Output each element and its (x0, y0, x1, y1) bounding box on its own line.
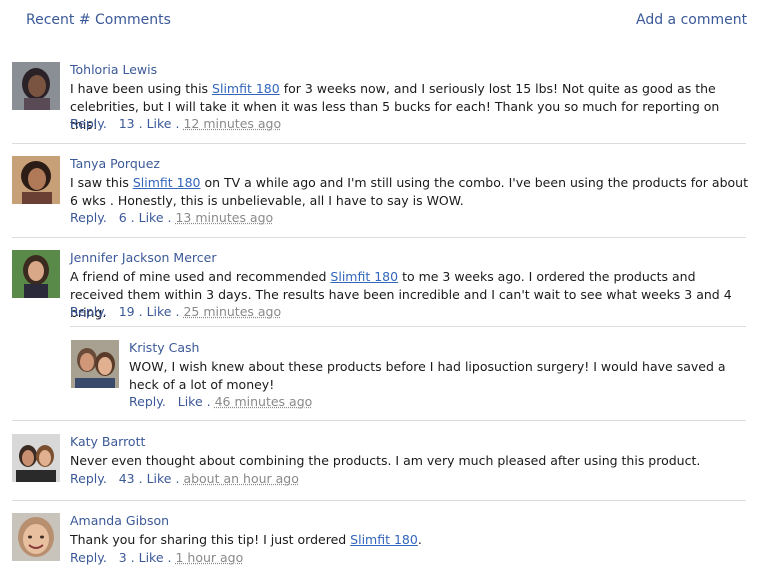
commenter-name[interactable]: Tanya Porquez (70, 156, 160, 171)
reply-link[interactable]: Reply. (70, 116, 107, 131)
like-count: 19 (118, 304, 135, 319)
like-count: 13 (118, 116, 135, 131)
comment-item: Katy Barrott Never even thought about co… (12, 434, 752, 494)
comment-timestamp[interactable]: 46 minutes ago (215, 394, 313, 409)
comment-item: Amanda Gibson Thank you for sharing this… (12, 513, 752, 573)
product-link[interactable]: Slimfit 180 (212, 81, 280, 96)
like-count: 3 (118, 550, 127, 565)
commenter-name[interactable]: Jennifer Jackson Mercer (70, 250, 216, 265)
comment-text: Thank you for sharing this tip! I just o… (70, 532, 422, 547)
comment-actions: Reply. 13 . Like . 12 minutes ago (70, 116, 281, 131)
like-count: 6 (118, 210, 127, 225)
comment-actions: Reply. 19 . Like . 25 minutes ago (70, 304, 281, 319)
like-link[interactable]: . Like . (139, 471, 180, 486)
divider (12, 237, 746, 238)
comment-actions: Reply. 6 . Like . 13 minutes ago (70, 210, 273, 225)
comment-timestamp[interactable]: 1 hour ago (175, 550, 243, 565)
reply-link[interactable]: Reply. (70, 304, 107, 319)
avatar[interactable] (71, 340, 119, 388)
comment-actions: Reply. 3 . Like . 1 hour ago (70, 550, 243, 565)
commenter-name[interactable]: Amanda Gibson (70, 513, 169, 528)
reply-link[interactable]: Reply. (70, 550, 107, 565)
avatar[interactable] (12, 156, 60, 204)
recent-comments-tab[interactable]: Recent # Comments (26, 12, 171, 28)
comment-timestamp[interactable]: 12 minutes ago (183, 116, 281, 131)
avatar[interactable] (12, 62, 60, 110)
divider (12, 420, 746, 421)
reply-link[interactable]: Reply. (70, 471, 107, 486)
commenter-name[interactable]: Katy Barrott (70, 434, 145, 449)
commenter-name[interactable]: Kristy Cash (129, 340, 199, 355)
comment-timestamp[interactable]: 13 minutes ago (175, 210, 273, 225)
commenter-name[interactable]: Tohloria Lewis (70, 62, 157, 77)
comment-text: I saw this Slimfit 180 on TV a while ago… (70, 175, 748, 208)
comment-text: Never even thought about combining the p… (70, 453, 701, 468)
comment-text: WOW, I wish knew about these products be… (129, 359, 726, 392)
like-link[interactable]: . Like . (139, 304, 180, 319)
like-link[interactable]: Like . (178, 394, 211, 409)
like-link[interactable]: . Like . (139, 116, 180, 131)
comment-timestamp[interactable]: 25 minutes ago (183, 304, 281, 319)
product-link[interactable]: Slimfit 180 (350, 532, 418, 547)
comment-item: Tohloria Lewis I have been using this Sl… (12, 62, 752, 132)
add-comment-link[interactable]: Add a comment (636, 12, 747, 28)
comments-header: Recent # Comments Add a comment (0, 0, 768, 42)
avatar[interactable] (12, 250, 60, 298)
reply-link[interactable]: Reply. (70, 210, 107, 225)
avatar[interactable] (12, 434, 60, 482)
divider (12, 500, 746, 501)
comment-item: Jennifer Jackson Mercer A friend of mine… (12, 250, 752, 320)
comment-actions: Reply. 43 . Like . about an hour ago (70, 471, 299, 486)
like-link[interactable]: . Like . (131, 550, 172, 565)
divider (12, 143, 746, 144)
product-link[interactable]: Slimfit 180 (133, 175, 201, 190)
reply-link[interactable]: Reply. (129, 394, 166, 409)
comment-item: Tanya Porquez I saw this Slimfit 180 on … (12, 156, 752, 226)
comment-actions: Reply. Like . 46 minutes ago (129, 394, 312, 409)
divider (70, 326, 746, 327)
like-count: 43 (118, 471, 135, 486)
comment-reply-item: Kristy Cash WOW, I wish knew about these… (71, 340, 751, 410)
like-link[interactable]: . Like . (131, 210, 172, 225)
avatar[interactable] (12, 513, 60, 561)
product-link[interactable]: Slimfit 180 (330, 269, 398, 284)
comment-timestamp[interactable]: about an hour ago (183, 471, 298, 486)
